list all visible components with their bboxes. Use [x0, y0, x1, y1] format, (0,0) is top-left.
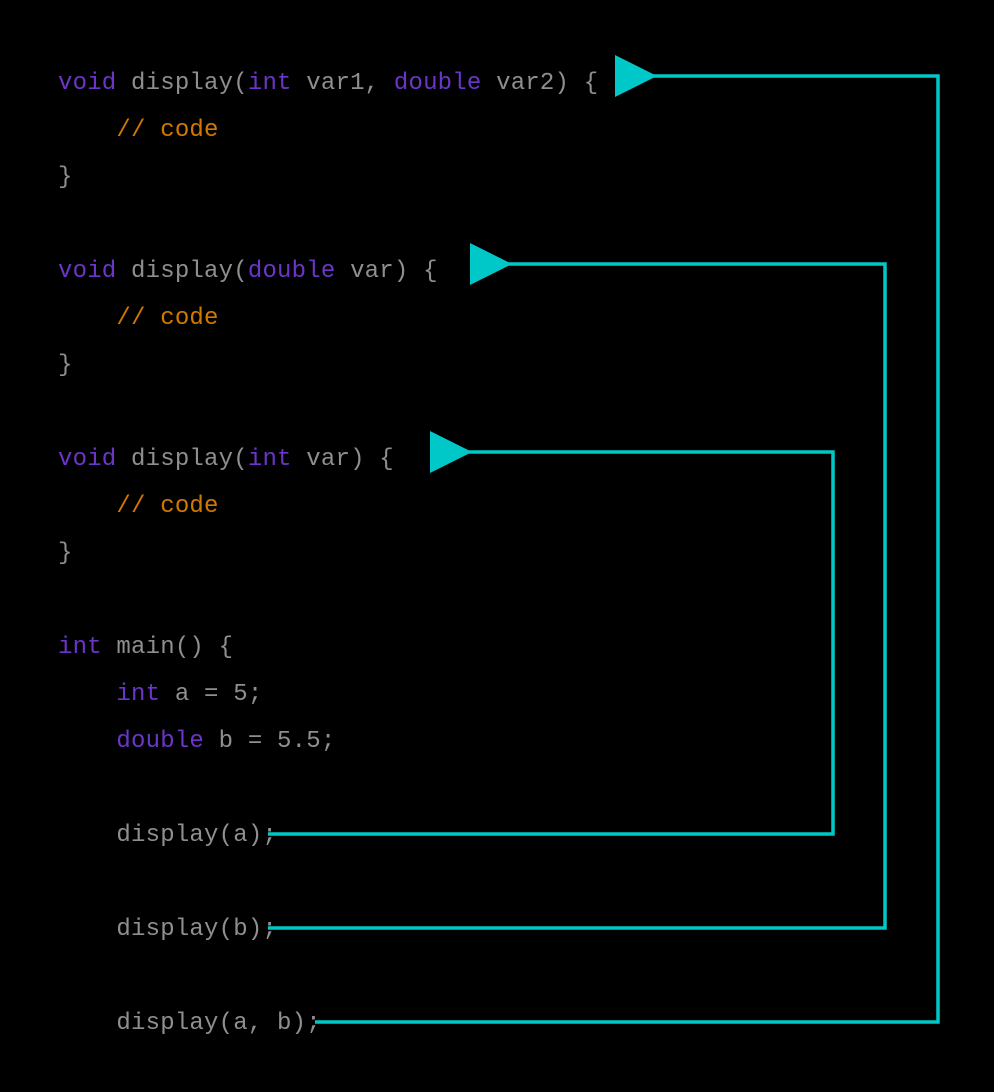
code-token: } [58, 164, 73, 191]
code-line: } [58, 352, 73, 379]
code-line: } [58, 540, 73, 567]
code-line: int a = 5; [58, 681, 262, 708]
code-token: double [394, 70, 482, 97]
code-line: // code [58, 117, 219, 144]
code-token: } [58, 352, 73, 379]
code-line: void display(int var1, double var2) { [58, 70, 598, 97]
code-token: int [58, 634, 102, 661]
code-line: display(b); [58, 916, 277, 943]
code-token: display( [116, 70, 247, 97]
code-line: display(a, b); [58, 1010, 321, 1037]
code-token: int [116, 681, 160, 708]
code-token: display( [116, 258, 247, 285]
code-line: // code [58, 305, 219, 332]
code-token [58, 681, 116, 708]
code-token: // code [116, 117, 218, 144]
code-token [58, 305, 116, 332]
code-line: int main() { [58, 634, 233, 661]
code-token: int [248, 446, 292, 473]
code-line: void display(double var) { [58, 258, 438, 285]
code-token: // code [116, 305, 218, 332]
code-token: b = 5.5; [204, 728, 335, 755]
code-token: } [58, 540, 73, 567]
code-line: // code [58, 493, 219, 520]
code-token: display(b); [58, 916, 277, 943]
code-token [58, 493, 116, 520]
code-token: var1, [292, 70, 394, 97]
code-token: var2) { [482, 70, 599, 97]
code-block: void display(int var1, double var2) { //… [58, 60, 598, 1092]
diagram-stage: void display(int var1, double var2) { //… [0, 0, 994, 1092]
code-line: double b = 5.5; [58, 728, 335, 755]
code-token: main() { [102, 634, 233, 661]
code-token: a = 5; [160, 681, 262, 708]
code-token: int [248, 70, 292, 97]
code-token: var) { [292, 446, 394, 473]
code-token: // code [116, 493, 218, 520]
code-line: } [58, 164, 73, 191]
code-token: var) { [335, 258, 437, 285]
code-token: void [58, 258, 116, 285]
code-token: display(a, b); [58, 1010, 321, 1037]
code-token: void [58, 70, 116, 97]
code-token: display(a); [58, 822, 277, 849]
code-token [58, 117, 116, 144]
code-token: double [248, 258, 336, 285]
code-line: display(a); [58, 822, 277, 849]
code-token: display( [116, 446, 247, 473]
code-token: double [116, 728, 204, 755]
code-line: void display(int var) { [58, 446, 394, 473]
code-token: void [58, 446, 116, 473]
code-token [58, 728, 116, 755]
